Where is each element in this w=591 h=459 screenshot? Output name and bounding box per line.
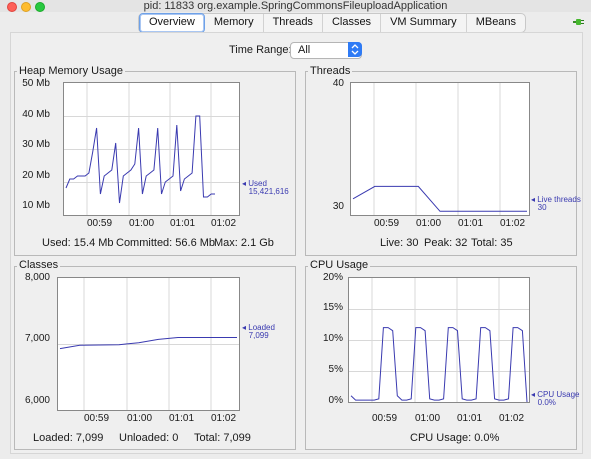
heap-stat-used: Used: 15.4 Mb [42, 237, 114, 249]
cpu-series-label: ◂ CPU Usage 0.0% [531, 390, 580, 407]
cpu-xtick: 01:01 [457, 413, 483, 424]
threads-stat-peak: Peak: 32 [424, 237, 468, 249]
classes-xtick: 00:59 [84, 413, 110, 424]
cpu-stat-usage: CPU Usage: 0.0% [410, 432, 500, 444]
threads-xtick: 00:59 [374, 218, 400, 229]
heap-xtick: 01:02 [211, 218, 237, 229]
classes-ytick: 7,000 [24, 333, 50, 344]
heap-chart [63, 82, 240, 216]
heap-xtick: 01:00 [129, 218, 155, 229]
classes-title: Classes [17, 259, 61, 271]
threads-chart [350, 82, 530, 216]
window-title: pid: 11833 org.example.SpringCommonsFile… [143, 0, 448, 12]
classes-ytick: 8,000 [24, 272, 50, 283]
heap-ytick: 20 Mb [22, 170, 50, 181]
cpu-series-line [350, 327, 528, 403]
threads-stat-live: Live: 30 [380, 237, 419, 249]
heap-xtick: 00:59 [87, 218, 113, 229]
classes-stat-total: Total: 7,099 [194, 432, 251, 444]
tab-vm-summary[interactable]: VM Summary [381, 14, 467, 32]
threads-title: Threads [308, 65, 353, 77]
plug-icon[interactable] [573, 18, 587, 26]
classes-chart [57, 277, 240, 411]
cpu-chart [348, 277, 530, 403]
threads-ytick: 40 [332, 78, 344, 89]
cpu-xtick: 00:59 [372, 413, 398, 424]
time-range-select[interactable]: All [290, 42, 362, 59]
tab-overview[interactable]: Overview [139, 13, 205, 33]
heap-xtick: 01:01 [170, 218, 196, 229]
heap-ytick: 10 Mb [22, 200, 50, 211]
heap-ytick: 30 Mb [22, 139, 50, 150]
cpu-xtick: 01:00 [415, 413, 441, 424]
threads-xtick: 01:01 [458, 218, 484, 229]
threads-series-line [352, 185, 527, 212]
classes-ytick: 6,000 [24, 395, 50, 406]
cpu-ytick: 15% [322, 302, 343, 313]
heap-ytick: 50 Mb [22, 78, 50, 89]
heap-stat-max: Max: 2.1 Gb [214, 237, 274, 249]
chevron-updown-icon [348, 42, 362, 57]
heap-series-label: ◂ Used 15,421,616 [242, 179, 289, 196]
time-range-label: Time Range: [229, 44, 292, 56]
classes-xtick: 01:00 [127, 413, 153, 424]
threads-xtick: 01:02 [500, 218, 526, 229]
time-range-value: All [298, 44, 311, 56]
classes-stat-loaded: Loaded: 7,099 [33, 432, 104, 444]
cpu-ytick: 5% [328, 364, 343, 375]
tab-bar: Overview Memory Threads Classes VM Summa… [138, 13, 527, 33]
classes-series-line [59, 337, 237, 350]
threads-xtick: 01:00 [416, 218, 442, 229]
threads-ytick: 30 [332, 201, 344, 212]
classes-xtick: 01:01 [169, 413, 195, 424]
cpu-ytick: 0% [328, 395, 343, 406]
threads-series-label: ◂ Live threads 30 [531, 195, 581, 212]
cpu-title: CPU Usage [308, 259, 371, 271]
heap-title: Heap Memory Usage [17, 65, 125, 77]
cpu-ytick: 20% [322, 272, 343, 283]
classes-stat-unloaded: Unloaded: 0 [119, 432, 179, 444]
tab-mbeans[interactable]: MBeans [467, 14, 525, 32]
classes-xtick: 01:02 [211, 413, 237, 424]
cpu-ytick: 10% [322, 333, 343, 344]
classes-series-label: ◂ Loaded 7,099 [242, 323, 275, 340]
heap-stat-committed: Committed: 56.6 Mb [116, 237, 216, 249]
cpu-xtick: 01:02 [499, 413, 525, 424]
window-titlebar: pid: 11833 org.example.SpringCommonsFile… [0, 0, 591, 12]
heap-series-line [65, 115, 215, 204]
heap-ytick: 40 Mb [22, 109, 50, 120]
tab-threads[interactable]: Threads [264, 14, 323, 32]
threads-stat-total: Total: 35 [471, 237, 513, 249]
tab-memory[interactable]: Memory [205, 14, 264, 32]
tab-classes[interactable]: Classes [323, 14, 382, 32]
